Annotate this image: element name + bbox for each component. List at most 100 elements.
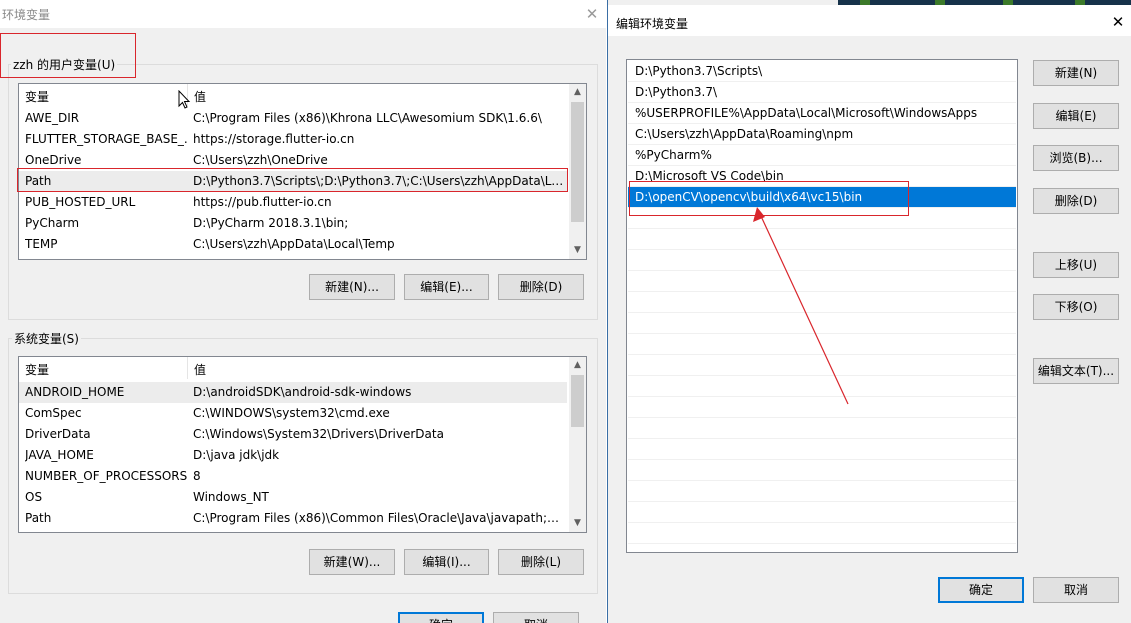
path-entry-text: C:\Users\zzh\AppData\Roaming\npm [635, 127, 854, 141]
edit-entry-button[interactable]: 编辑(E) [1033, 103, 1119, 129]
variable-value: D:\PyCharm 2018.3.1\bin; [193, 216, 349, 230]
user-edit-button[interactable]: 编辑(E)... [404, 274, 489, 300]
edit-env-var-title: 编辑环境变量 [616, 17, 689, 31]
list-header: 变量 值 [19, 84, 586, 106]
vertical-scrollbar[interactable]: ▲ ▼ [569, 84, 586, 259]
cancel-button[interactable]: 取消 [1033, 577, 1119, 603]
env-ok-button[interactable]: 确定 [398, 612, 484, 623]
column-header-variable[interactable]: 变量 [25, 361, 49, 378]
variable-name: Path [25, 511, 52, 525]
table-row[interactable]: ComSpec C:\WINDOWS\system32\cmd.exe [19, 403, 567, 424]
system-vars-list[interactable]: 变量 值 ANDROID_HOME D:\androidSDK\android-… [18, 356, 587, 533]
table-row[interactable]: NUMBER_OF_PROCESSORS 8 [19, 466, 567, 487]
column-header-variable[interactable]: 变量 [25, 88, 49, 105]
table-row[interactable]: AWE_DIR C:\Program Files (x86)\Khrona LL… [19, 108, 567, 129]
empty-list-row[interactable] [628, 397, 1016, 418]
table-row[interactable]: OS Windows_NT [19, 487, 567, 508]
new-entry-button[interactable]: 新建(N) [1033, 60, 1119, 86]
list-item[interactable]: D:\Python3.7\Scripts\ [628, 61, 1016, 82]
scroll-thumb[interactable] [571, 375, 584, 427]
empty-list-row[interactable] [628, 418, 1016, 439]
mouse-pointer-icon [178, 90, 191, 109]
path-entries-list[interactable]: D:\Python3.7\Scripts\ D:\Python3.7\ %USE… [626, 59, 1018, 553]
variable-value: C:\Users\zzh\AppData\Local\Temp [193, 237, 395, 251]
move-up-button[interactable]: 上移(U) [1033, 252, 1119, 278]
empty-list-row[interactable] [628, 334, 1016, 355]
variable-name: ANDROID_HOME [25, 385, 125, 399]
variable-value: D:\androidSDK\android-sdk-windows [193, 385, 412, 399]
vertical-scrollbar[interactable]: ▲ ▼ [569, 357, 586, 532]
user-delete-button[interactable]: 删除(D) [498, 274, 584, 300]
path-entry-text: D:\Python3.7\Scripts\ [635, 64, 763, 78]
empty-list-row[interactable] [628, 376, 1016, 397]
table-row[interactable]: PUB_HOSTED_URL https://pub.flutter-io.cn [19, 192, 567, 213]
move-down-button[interactable]: 下移(O) [1033, 294, 1119, 320]
annotation-highlight-box [629, 181, 909, 216]
ok-button[interactable]: 确定 [938, 577, 1024, 603]
empty-list-row[interactable] [628, 250, 1016, 271]
close-icon[interactable]: ✕ [582, 4, 602, 24]
variable-value: C:\Windows\System32\Drivers\DriverData [193, 427, 444, 441]
variable-name: OS [25, 490, 43, 504]
system-delete-button[interactable]: 删除(L) [498, 549, 584, 575]
table-row-selected[interactable]: ANDROID_HOME D:\androidSDK\android-sdk-w… [19, 382, 567, 403]
scroll-up-icon[interactable]: ▲ [569, 84, 586, 101]
variable-name: DriverData [25, 427, 91, 441]
scroll-thumb[interactable] [571, 102, 584, 222]
variable-name: FLUTTER_STORAGE_BASE_... [25, 132, 187, 146]
variable-value: C:\Program Files (x86)\Common Files\Orac… [193, 511, 565, 525]
system-new-button[interactable]: 新建(W)... [309, 549, 395, 575]
env-vars-titlebar: 环境变量 ✕ [0, 0, 606, 28]
close-icon[interactable]: ✕ [1109, 12, 1127, 32]
env-vars-window: 环境变量 ✕ zzh 的用户变量(U) 变量 值 AWE_DIR C:\Prog… [0, 0, 606, 623]
empty-list-row[interactable] [628, 481, 1016, 502]
variable-value: C:\Users\zzh\OneDrive [193, 153, 328, 167]
empty-list-row[interactable] [628, 439, 1016, 460]
column-divider[interactable] [187, 357, 188, 379]
variable-value: C:\WINDOWS\system32\cmd.exe [193, 406, 390, 420]
annotation-highlight-box [17, 168, 568, 192]
empty-list-row[interactable] [628, 313, 1016, 334]
variable-value: https://pub.flutter-io.cn [193, 195, 332, 209]
empty-list-row[interactable] [628, 523, 1016, 544]
empty-list-row[interactable] [628, 355, 1016, 376]
edit-text-button[interactable]: 编辑文本(T)... [1033, 358, 1119, 384]
variable-name: PUB_HOSTED_URL [25, 195, 136, 209]
user-new-button[interactable]: 新建(N)... [309, 274, 395, 300]
column-header-value[interactable]: 值 [194, 88, 206, 105]
table-row[interactable]: JAVA_HOME D:\java jdk\jdk [19, 445, 567, 466]
table-row[interactable]: PyCharm D:\PyCharm 2018.3.1\bin; [19, 213, 567, 234]
list-item[interactable]: %PyCharm% [628, 145, 1016, 166]
list-item[interactable]: %USERPROFILE%\AppData\Local\Microsoft\Wi… [628, 103, 1016, 124]
path-entry-text: %USERPROFILE%\AppData\Local\Microsoft\Wi… [635, 106, 978, 120]
delete-entry-button[interactable]: 删除(D) [1033, 188, 1119, 214]
variable-name: ComSpec [25, 406, 82, 420]
empty-list-row[interactable] [628, 502, 1016, 523]
scroll-down-icon[interactable]: ▼ [569, 242, 586, 259]
list-header: 变量 值 [19, 357, 586, 379]
empty-list-row[interactable] [628, 460, 1016, 481]
table-row[interactable]: FLUTTER_STORAGE_BASE_... https://storage… [19, 129, 567, 150]
system-edit-button[interactable]: 编辑(I)... [404, 549, 489, 575]
variable-name: AWE_DIR [25, 111, 80, 125]
table-row[interactable]: TEMP C:\Users\zzh\AppData\Local\Temp [19, 234, 567, 255]
env-cancel-button[interactable]: 取消 [493, 612, 579, 623]
variable-name: OneDrive [25, 153, 82, 167]
table-row[interactable]: DriverData C:\Windows\System32\Drivers\D… [19, 424, 567, 445]
list-item[interactable]: D:\Python3.7\ [628, 82, 1016, 103]
variable-value: 8 [193, 469, 201, 483]
list-item[interactable]: C:\Users\zzh\AppData\Roaming\npm [628, 124, 1016, 145]
browse-button[interactable]: 浏览(B)... [1033, 145, 1119, 171]
table-row[interactable]: Path C:\Program Files (x86)\Common Files… [19, 508, 567, 529]
variable-name: JAVA_HOME [25, 448, 94, 462]
empty-list-row[interactable] [628, 229, 1016, 250]
env-vars-title: 环境变量 [2, 8, 51, 22]
empty-list-row[interactable] [628, 271, 1016, 292]
scroll-down-icon[interactable]: ▼ [569, 515, 586, 532]
empty-list-row[interactable] [628, 292, 1016, 313]
column-header-value[interactable]: 值 [194, 361, 206, 378]
scroll-up-icon[interactable]: ▲ [569, 357, 586, 374]
variable-value: Windows_NT [193, 490, 269, 504]
system-vars-label: 系统变量(S) [12, 330, 81, 347]
variable-name: TEMP [25, 237, 58, 251]
